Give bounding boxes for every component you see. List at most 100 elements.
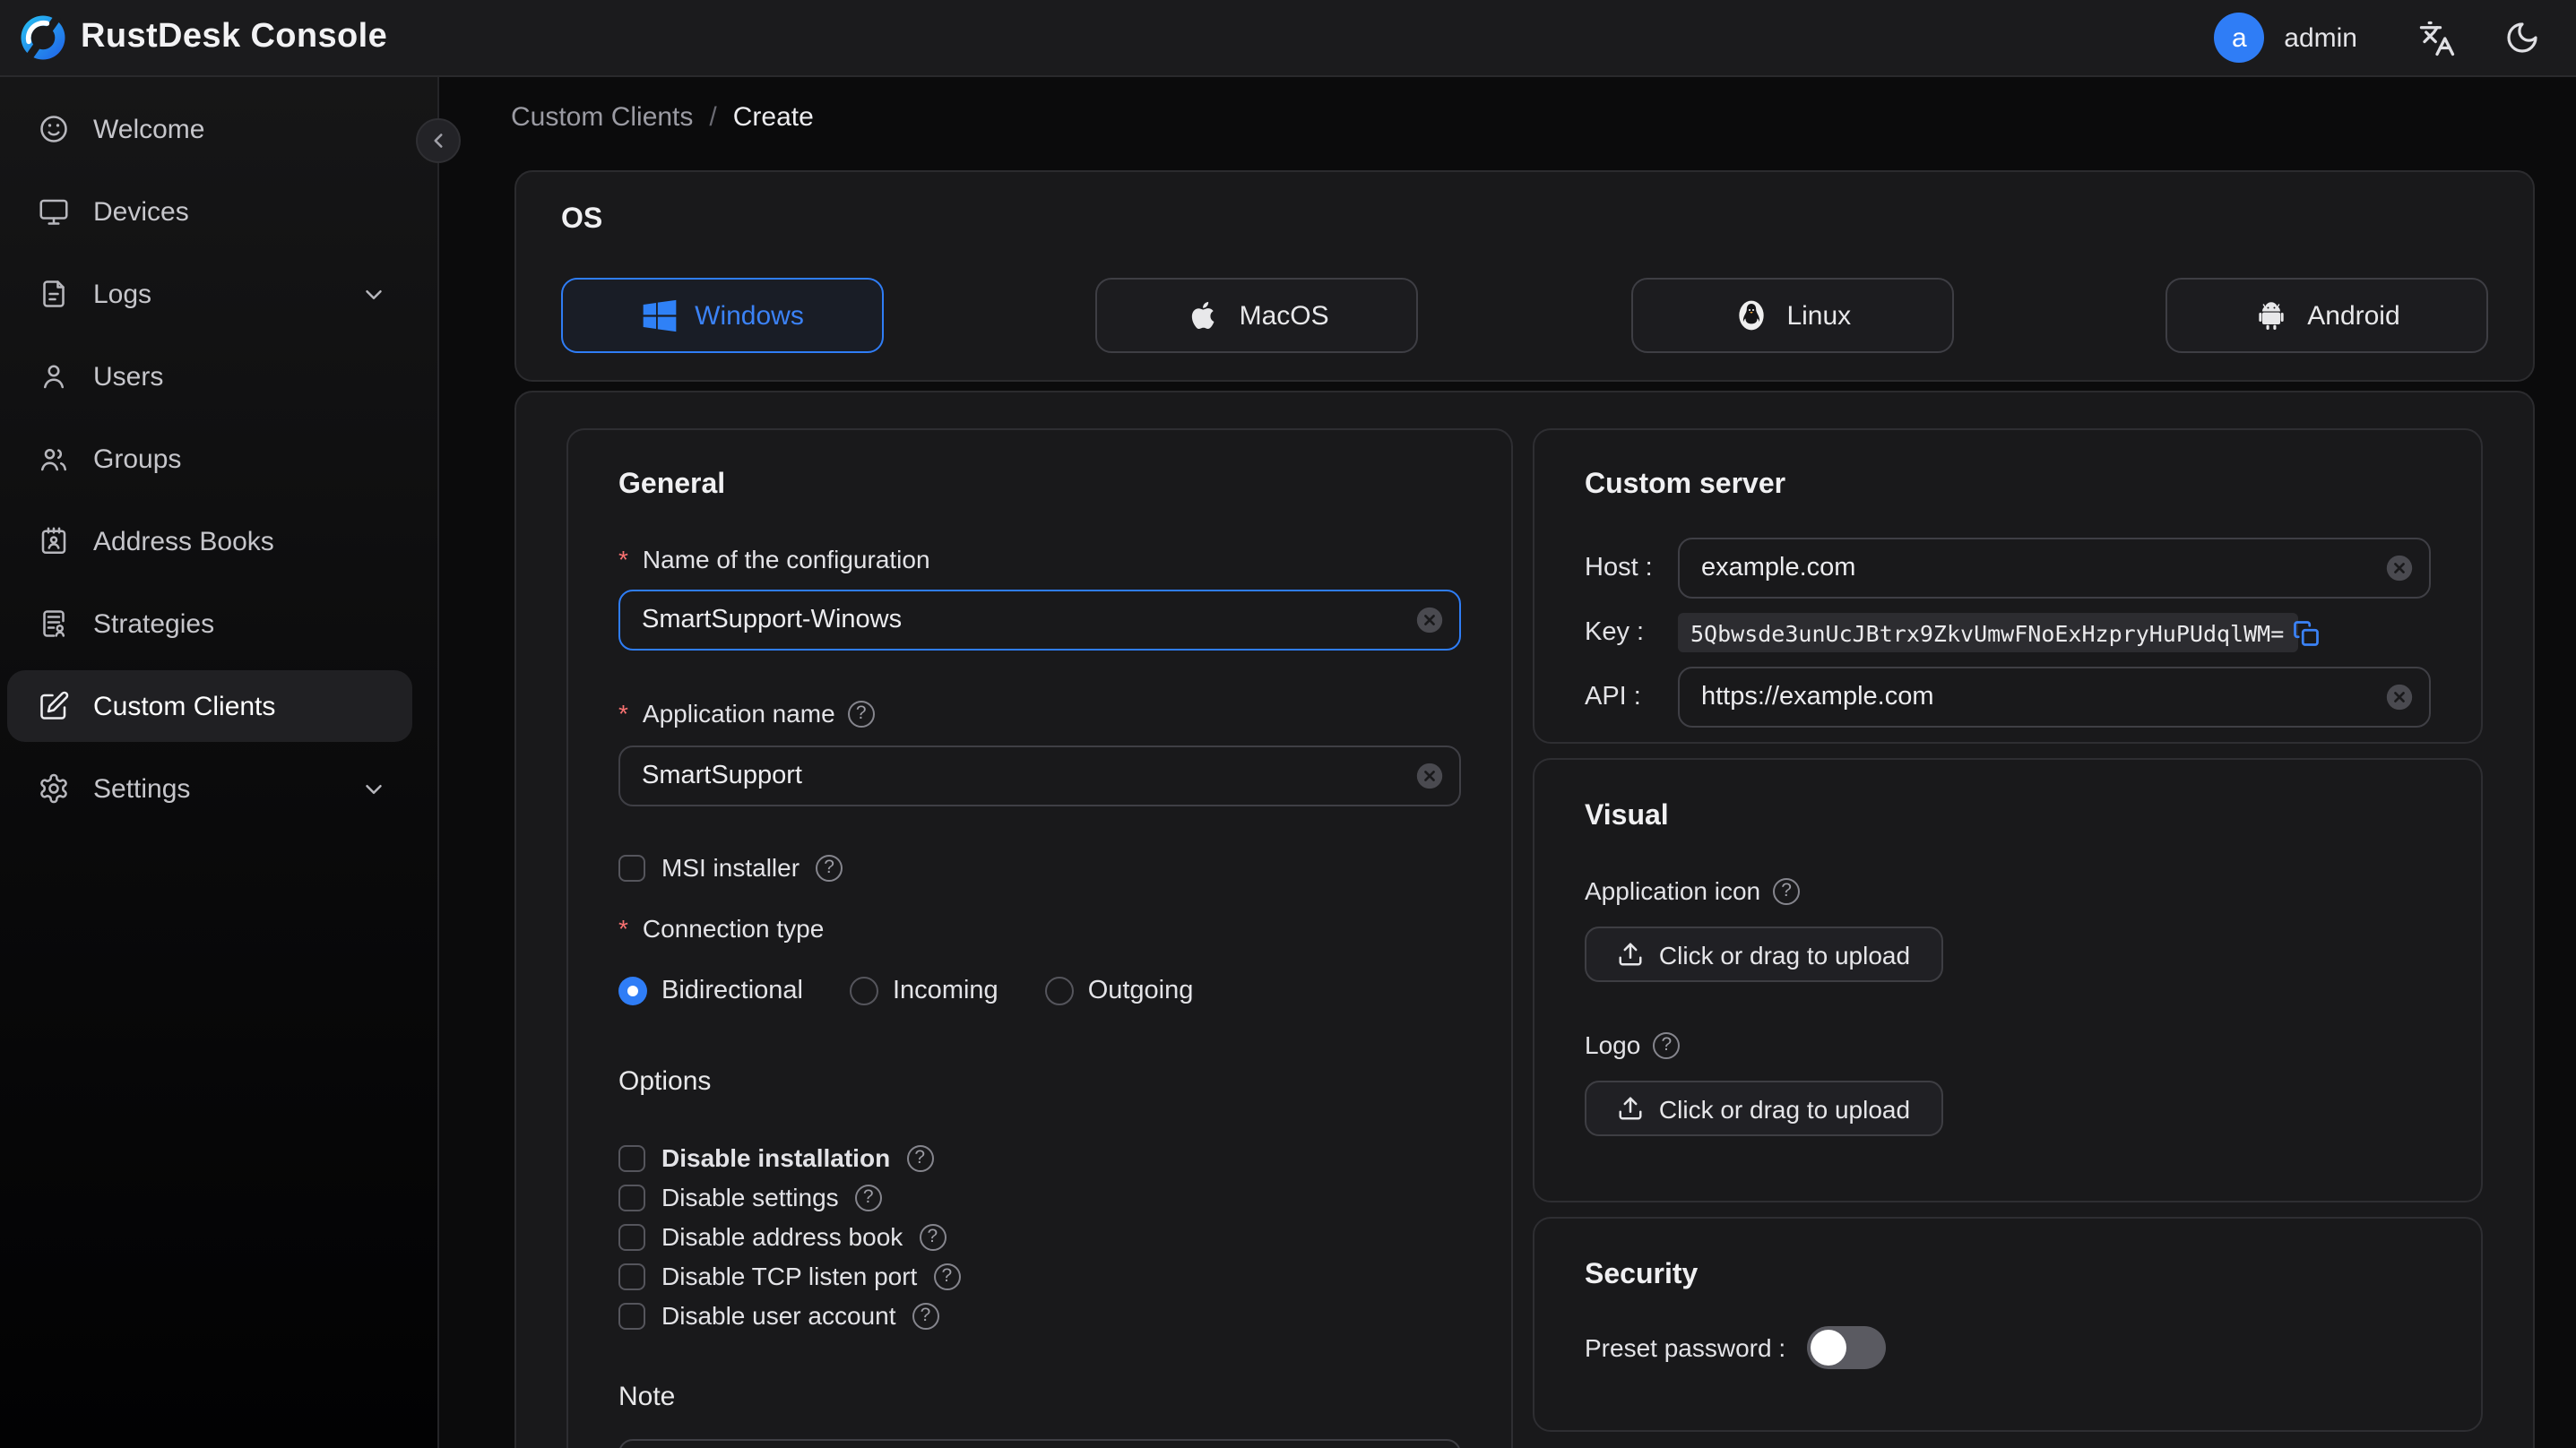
help-icon[interactable]: ?: [933, 1263, 961, 1289]
help-icon[interactable]: ?: [1773, 877, 1801, 904]
radio-icon[interactable]: [850, 977, 878, 1005]
sidebar-item-users[interactable]: Users: [0, 340, 437, 419]
required-marker: *: [618, 914, 628, 943]
help-icon[interactable]: ?: [816, 854, 843, 881]
rustdesk-logo-icon: [18, 13, 68, 63]
os-button-macos[interactable]: MacOS: [1095, 278, 1419, 353]
checkbox[interactable]: [618, 1223, 645, 1250]
app-icon-upload-button[interactable]: Click or drag to upload: [1585, 927, 1943, 982]
sidebar-item-logs[interactable]: Logs: [0, 258, 437, 337]
chevron-down-icon: [360, 280, 387, 307]
radio-icon[interactable]: [618, 977, 647, 1005]
help-icon[interactable]: ?: [1653, 1031, 1681, 1058]
os-button-label: Linux: [1786, 300, 1852, 331]
os-button-label: MacOS: [1239, 300, 1329, 331]
help-icon[interactable]: ?: [854, 1184, 882, 1211]
linux-penguin-icon: [1733, 297, 1768, 333]
address-book-icon: [38, 525, 70, 557]
radio-icon[interactable]: [1044, 977, 1074, 1005]
sidebar-label: Settings: [93, 773, 191, 804]
clear-icon[interactable]: [2384, 682, 2415, 712]
gear-icon: [38, 772, 70, 805]
clear-icon[interactable]: [1414, 761, 1445, 791]
api-input[interactable]: [1678, 667, 2431, 728]
os-button-label: Android: [2307, 300, 2400, 331]
logo-label: Logo ?: [1585, 1027, 2431, 1063]
logo-upload-button[interactable]: Click or drag to upload: [1585, 1081, 1943, 1136]
os-button-linux[interactable]: Linux: [1630, 278, 1954, 353]
config-name-input[interactable]: [618, 590, 1461, 651]
radio-outgoing[interactable]: Outgoing: [1044, 977, 1193, 1005]
checkbox[interactable]: [618, 1184, 645, 1211]
sidebar-label: Logs: [93, 279, 152, 309]
os-button-android[interactable]: Android: [2165, 278, 2488, 353]
general-title: General: [618, 470, 726, 500]
apple-icon: [1186, 297, 1222, 333]
main-content: Custom Clients / Create OS Windows MacOS…: [439, 77, 2576, 1448]
top-header: RustDesk Console a admin: [0, 0, 2576, 77]
smiley-icon: [38, 113, 70, 145]
msi-installer-label: MSI installer: [661, 853, 800, 882]
required-marker: *: [618, 545, 628, 573]
os-button-label: Windows: [695, 300, 804, 331]
clear-icon[interactable]: [1414, 605, 1445, 635]
sidebar-item-address-books[interactable]: Address Books: [0, 505, 437, 584]
note-textarea[interactable]: [618, 1439, 1461, 1448]
security-title: Security: [1585, 1260, 1699, 1290]
app-name-input[interactable]: [618, 746, 1461, 806]
api-label: API :: [1585, 683, 1641, 711]
option-disable-installation[interactable]: Disable installation ?: [618, 1138, 1461, 1177]
options-title: Options: [618, 1066, 712, 1097]
option-disable-settings[interactable]: Disable settings ?: [618, 1177, 1461, 1217]
language-button[interactable]: [2418, 19, 2456, 56]
host-label: Host :: [1585, 554, 1653, 582]
sidebar-item-groups[interactable]: Groups: [0, 423, 437, 502]
option-disable-tcp-listen-port[interactable]: Disable TCP listen port ?: [618, 1256, 1461, 1296]
radio-incoming[interactable]: Incoming: [850, 977, 998, 1005]
clear-icon[interactable]: [2384, 553, 2415, 583]
breadcrumb-custom-clients[interactable]: Custom Clients: [511, 102, 693, 133]
sidebar-label: Custom Clients: [93, 691, 276, 721]
username-label[interactable]: admin: [2284, 22, 2357, 53]
checkbox[interactable]: [618, 1263, 645, 1289]
sidebar-label: Welcome: [93, 114, 205, 144]
sidebar-collapse-button[interactable]: [416, 118, 461, 163]
preset-password-toggle[interactable]: [1807, 1326, 1887, 1369]
sidebar-item-strategies[interactable]: Strategies: [0, 588, 437, 667]
note-label: Note: [618, 1382, 676, 1412]
help-icon[interactable]: ?: [912, 1302, 939, 1329]
chevron-down-icon: [360, 775, 387, 802]
connection-type-radio-group: Bidirectional Incoming Outgoing: [618, 973, 1461, 1009]
host-input[interactable]: [1678, 538, 2431, 599]
sidebar-item-custom-clients[interactable]: Custom Clients: [0, 670, 437, 749]
custom-server-card: Custom server Host : Key : 5Qbwsde3unUcJ…: [1533, 428, 2483, 744]
os-section: OS Windows MacOS Linux Android: [514, 170, 2535, 382]
file-text-icon: [38, 278, 70, 310]
msi-installer-checkbox-row[interactable]: MSI installer ?: [618, 849, 1461, 885]
sidebar-item-settings[interactable]: Settings: [0, 753, 437, 832]
os-button-windows[interactable]: Windows: [561, 278, 884, 353]
user-avatar[interactable]: a: [2214, 13, 2265, 63]
help-icon[interactable]: ?: [847, 700, 875, 727]
moon-icon: [2504, 20, 2540, 56]
radio-bidirectional[interactable]: Bidirectional: [618, 977, 803, 1005]
sidebar-label: Devices: [93, 196, 189, 227]
sidebar-item-devices[interactable]: Devices: [0, 176, 437, 254]
help-icon[interactable]: ?: [919, 1223, 947, 1250]
strategy-icon: [38, 608, 70, 640]
theme-toggle-button[interactable]: [2504, 20, 2540, 56]
option-disable-address-book[interactable]: Disable address book ?: [618, 1217, 1461, 1256]
help-icon[interactable]: ?: [906, 1144, 934, 1171]
option-disable-user-account[interactable]: Disable user account ?: [618, 1296, 1461, 1335]
checkbox[interactable]: [618, 1144, 645, 1171]
required-marker: *: [618, 699, 628, 728]
visual-card: Visual Application icon ? Click or drag …: [1533, 758, 2483, 1202]
application-icon-label: Application icon ?: [1585, 873, 2431, 909]
checkbox[interactable]: [618, 854, 645, 881]
users-icon: [38, 443, 70, 475]
sidebar-item-welcome[interactable]: Welcome: [0, 93, 437, 172]
checkbox[interactable]: [618, 1302, 645, 1329]
general-card: General * Name of the configuration * Ap…: [566, 428, 1513, 1448]
app-name-label: * Application name ?: [618, 695, 1461, 731]
copy-icon[interactable]: [2293, 619, 2320, 646]
